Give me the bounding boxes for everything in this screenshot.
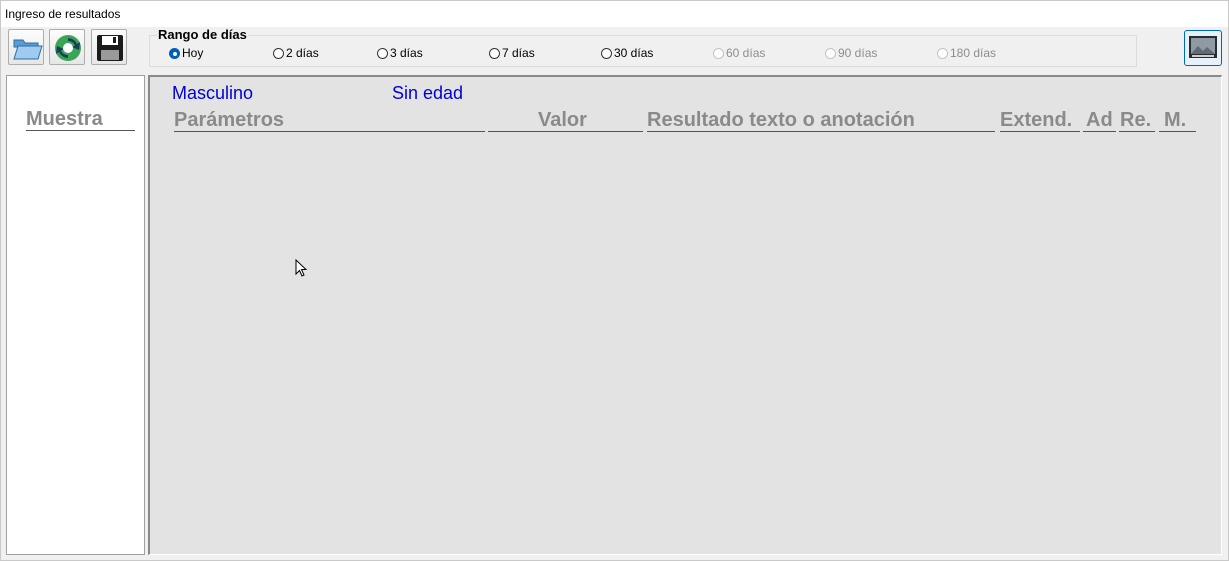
- results-entry-window: Ingreso de resultados Rango de días Hoy …: [0, 0, 1229, 561]
- radio-2-dias[interactable]: 2 días: [273, 45, 319, 61]
- radio-indicator: [377, 48, 388, 59]
- patient-sex: Masculino: [172, 83, 254, 103]
- radio-label: 30 días: [614, 46, 654, 60]
- sample-header-underline: [26, 130, 135, 131]
- radio-indicator: [489, 48, 500, 59]
- column-underline: [174, 131, 485, 132]
- column-underline: [488, 131, 643, 132]
- column-header-valor: Valor: [538, 109, 587, 131]
- column-header-ad: Ad: [1086, 109, 1113, 131]
- column-underline: [1083, 131, 1116, 132]
- sample-panel[interactable]: Muestra: [6, 75, 145, 555]
- column-underline: [1119, 131, 1155, 132]
- column-underline: [647, 131, 995, 132]
- folder-open-icon: [13, 39, 43, 60]
- refresh-button[interactable]: [49, 29, 85, 65]
- radio-60-dias: 60 días: [713, 45, 765, 61]
- radio-indicator: [169, 48, 180, 59]
- results-panel[interactable]: Masculino Sin edad Parámetros Valor Resu…: [148, 75, 1222, 555]
- column-header-extend: Extend.: [1000, 109, 1073, 131]
- save-button[interactable]: [91, 29, 127, 65]
- radio-30-dias[interactable]: 30 días: [601, 45, 653, 61]
- radio-indicator: [713, 48, 724, 59]
- column-header-resultado: Resultado texto o anotación: [647, 109, 915, 131]
- radio-label: 2 días: [286, 46, 319, 60]
- radio-label: 3 días: [390, 46, 423, 60]
- radio-indicator: [937, 48, 948, 59]
- screen-button[interactable]: [1184, 30, 1222, 66]
- patient-age: Sin edad: [392, 83, 464, 103]
- title-bar[interactable]: Ingreso de resultados: [1, 1, 1228, 27]
- radio-180-dias: 180 días: [937, 45, 996, 61]
- floppy-disk-icon: [97, 35, 123, 61]
- mouse-cursor-icon: [295, 259, 308, 277]
- radio-label: Hoy: [182, 46, 204, 60]
- day-range-legend: Rango de días: [157, 27, 248, 43]
- sample-header: Muestra: [26, 108, 103, 130]
- radio-indicator: [273, 48, 284, 59]
- radio-3-dias[interactable]: 3 días: [377, 45, 423, 61]
- radio-7-dias[interactable]: 7 días: [489, 45, 535, 61]
- column-header-m: M.: [1164, 109, 1187, 131]
- window-title: Ingreso de resultados: [5, 7, 121, 21]
- column-header-parametros: Parámetros: [174, 109, 285, 131]
- radio-label: 180 días: [950, 46, 997, 60]
- radio-label: 90 días: [838, 46, 878, 60]
- column-header-re: Re.: [1120, 109, 1152, 131]
- column-underline: [1000, 131, 1080, 132]
- column-underline: [1159, 131, 1196, 132]
- radio-indicator: [825, 48, 836, 59]
- refresh-icon: [55, 35, 81, 61]
- radio-label: 60 días: [726, 46, 766, 60]
- monitor-icon: [1189, 36, 1217, 58]
- radio-label: 7 días: [502, 46, 535, 60]
- radio-hoy[interactable]: Hoy: [169, 45, 203, 61]
- open-button[interactable]: [8, 29, 44, 65]
- radio-indicator: [601, 48, 612, 59]
- radio-90-dias: 90 días: [825, 45, 877, 61]
